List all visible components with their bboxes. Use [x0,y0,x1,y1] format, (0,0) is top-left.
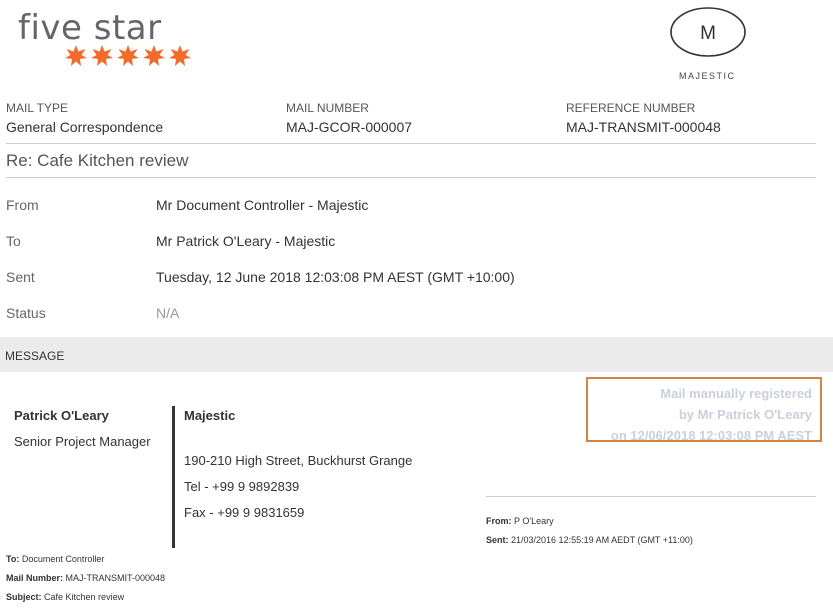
from-label: From [6,197,39,213]
message-section-header: MESSAGE [0,337,833,372]
from-value: Mr Document Controller - Majestic [156,197,369,213]
forwarded-sent: Sent: 21/03/2016 12:55:19 AM AEDT (GMT +… [486,535,693,545]
registration-note-line: by Mr Patrick O'Leary [678,407,812,422]
registration-note-line: Mail manually registered [660,386,812,401]
original-to: To: Document Controller [6,554,104,564]
sent-label: Sent [6,269,35,285]
status-label: Status [6,305,46,321]
to-label: To [6,233,21,249]
star-rating [64,44,192,68]
mail-subject: Re: Cafe Kitchen review [6,151,189,170]
registration-note: Mail manually registered by Mr Patrick O… [586,377,822,443]
mail-number-value: MAJ-GCOR-000007 [286,119,413,135]
forwarded-sent-label: Sent: [486,535,509,545]
original-mail-number: Mail Number: MAJ-TRANSMIT-000048 [6,573,165,583]
five-star-logo-text: five star [18,8,162,48]
sent-value: Tuesday, 12 June 2018 12:03:08 PM AEST (… [156,269,515,285]
star-icon [65,45,87,66]
mail-type-value: General Correspondence [6,119,164,135]
majestic-logo: M [670,7,746,57]
signature-title: Senior Project Manager [14,434,151,449]
message-section-label: MESSAGE [5,349,65,363]
original-mail-number-label: Mail Number: [6,573,64,583]
original-subject-label: Subject: [6,592,42,602]
original-subject-value: Cafe Kitchen review [44,592,125,602]
divider [486,496,816,497]
forwarded-sent-value: 21/03/2016 12:55:19 AM AEDT (GMT +11:00) [511,535,693,545]
forwarded-from: From: P O'Leary [486,516,554,526]
majestic-logo-letter: M [700,23,716,44]
star-icon [169,45,191,66]
reference-number-label: REFERENCE NUMBER [566,101,696,115]
star-icon [91,45,113,66]
signature-fax: Fax - +99 9 9831659 [184,505,305,520]
mail-number-label: MAIL NUMBER [286,101,369,115]
status-value: N/A [156,305,180,321]
to-value: Mr Patrick O'Leary - Majestic [156,233,336,249]
majestic-logo-caption: MAJESTIC [679,71,736,81]
mail-type-label: MAIL TYPE [6,101,69,115]
signature-company: Majestic [184,408,236,423]
original-to-label: To: [6,554,20,564]
signature-address: 190-210 High Street, Buckhurst Grange [184,453,413,468]
reference-number-value: MAJ-TRANSMIT-000048 [566,119,721,135]
star-icon [117,45,139,66]
original-to-value: Document Controller [21,554,105,564]
signature-name: Patrick O'Leary [14,408,109,423]
divider [6,143,816,144]
registration-note-line: on 12/06/2018 12:03:08 PM AEST [610,428,812,443]
forwarded-from-value: P O'Leary [514,516,554,526]
signature-divider [172,406,175,548]
original-mail-number-value: MAJ-TRANSMIT-000048 [65,573,166,583]
forwarded-from-label: From: [486,516,512,526]
original-subject: Subject: Cafe Kitchen review [6,592,124,602]
signature-tel: Tel - +99 9 9892839 [184,479,300,494]
divider [6,177,816,178]
star-icon [143,45,165,66]
